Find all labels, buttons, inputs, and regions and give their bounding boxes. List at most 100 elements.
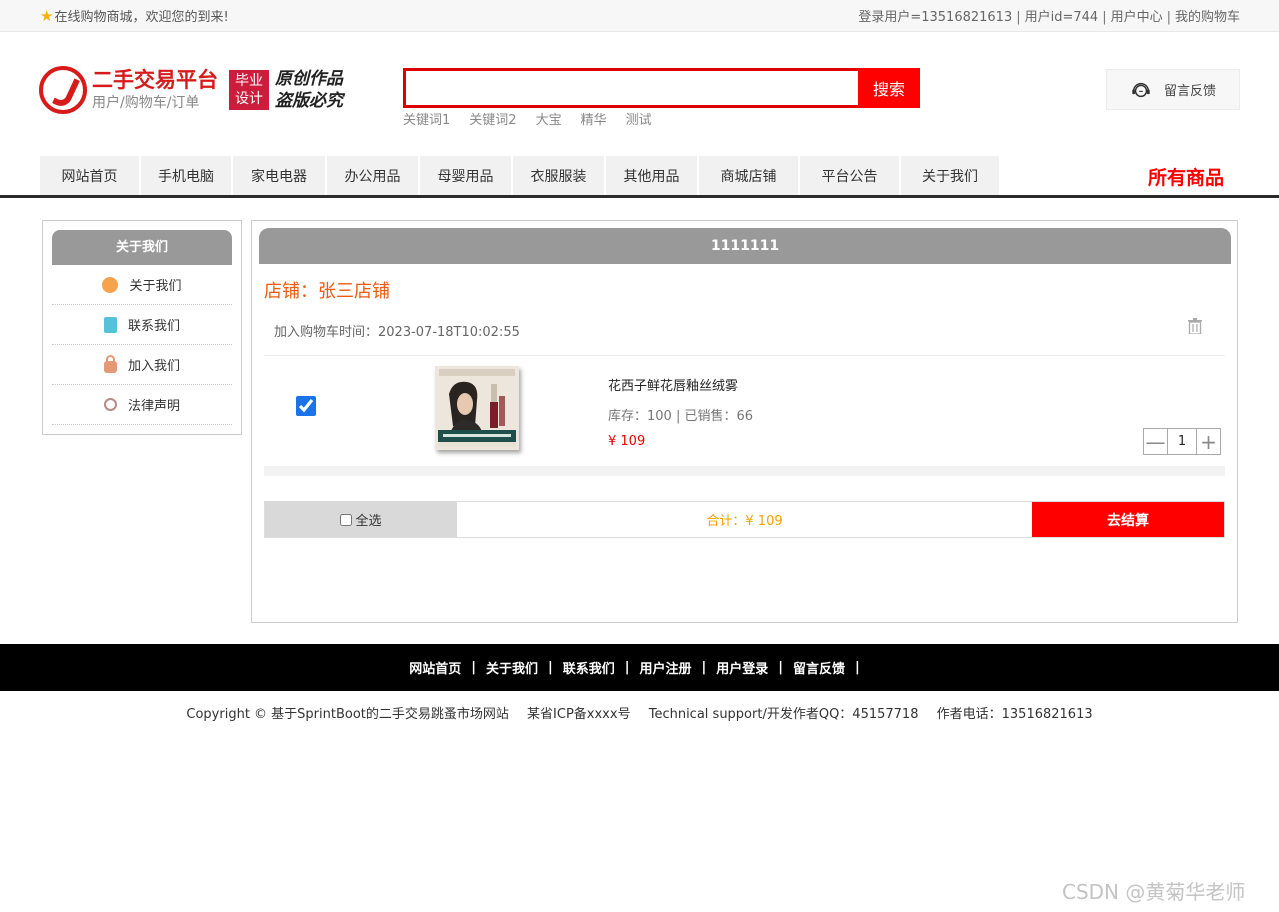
main-nav: 网站首页 手机电脑 家电电器 办公用品 母婴用品 衣服服装 其他用品 商城店铺 … xyxy=(0,155,1279,198)
nav-item-office[interactable]: 办公用品 xyxy=(327,156,420,195)
separator: | xyxy=(547,660,553,675)
watermark: CSDN @黄菊华老师 xyxy=(1062,880,1246,904)
copyright-text: Copyright © 基于SprintBoot的二手交易跳蚤市场网站 xyxy=(186,707,509,722)
divider-bar xyxy=(264,466,1225,476)
sidebar-item-join[interactable]: 加入我们 xyxy=(52,345,232,385)
footer-link-about[interactable]: 关于我们 xyxy=(486,658,538,677)
search-button[interactable]: 搜索 xyxy=(858,68,920,108)
nav-item-about[interactable]: 关于我们 xyxy=(901,156,1001,195)
sidebar-item-label: 法律声明 xyxy=(127,399,180,414)
search-input[interactable] xyxy=(403,68,858,108)
footer-link-feedback[interactable]: 留言反馈 xyxy=(793,658,845,677)
slogan-line-1: 原创作品 xyxy=(275,69,343,89)
sidebar-item-about[interactable]: 关于我们 xyxy=(52,265,232,305)
product-price: ¥ 109 xyxy=(608,434,646,449)
slogan: 原创作品 盗版必究 xyxy=(275,68,343,112)
top-bar: ★ 在线购物商城，欢迎您的到来! 登录用户=13516821613 | 用户id=7… xyxy=(0,0,1279,32)
hot-keyword[interactable]: 测试 xyxy=(626,109,652,128)
sidebar-item-contact[interactable]: 联系我们 xyxy=(52,305,232,345)
cart-summary: 全选 合计：¥ 109 去结算 xyxy=(264,501,1225,538)
quantity-value[interactable]: 1 xyxy=(1167,429,1197,454)
shop-name[interactable]: 店铺：张三店铺 xyxy=(264,277,390,303)
all-goods-link[interactable]: 所有商品 xyxy=(1148,163,1224,190)
select-all-checkbox[interactable] xyxy=(340,513,353,526)
sidebar-item-legal[interactable]: 法律声明 xyxy=(52,385,232,425)
badge-line-2: 设计 xyxy=(235,91,263,107)
sidebar-item-label: 联系我们 xyxy=(127,319,180,334)
power-icon xyxy=(103,398,117,411)
hot-keyword[interactable]: 关键词2 xyxy=(469,109,516,128)
my-cart-link[interactable]: 我的购物车 xyxy=(1175,10,1240,25)
separator: | xyxy=(624,660,630,675)
divider xyxy=(264,355,1225,356)
contact-icon xyxy=(103,316,117,333)
badge-line-1: 毕业 xyxy=(235,73,263,89)
user-links: 登录用户=13516821613 | 用户id=744 | 用户中心 | 我的购物车 xyxy=(858,6,1240,25)
separator: | xyxy=(1166,10,1171,25)
nav-item-baby[interactable]: 母婴用品 xyxy=(420,156,513,195)
user-center-link[interactable]: 用户中心 xyxy=(1111,10,1163,25)
footer-link-home[interactable]: 网站首页 xyxy=(409,658,461,677)
minus-icon[interactable]: — xyxy=(1144,429,1167,454)
logo-title: 二手交易平台 xyxy=(92,68,218,92)
footer-link-contact[interactable]: 联系我们 xyxy=(563,658,615,677)
lock-icon xyxy=(103,354,117,373)
hot-keyword[interactable]: 大宝 xyxy=(536,109,562,128)
select-all[interactable]: 全选 xyxy=(265,502,457,537)
cart-panel: 1111111 店铺：张三店铺 加入购物车时间：2023-07-18T10:02… xyxy=(251,220,1238,623)
logo-icon xyxy=(39,66,87,114)
graduation-badge: 毕业 设计 xyxy=(229,70,269,110)
nav-item-phone-computer[interactable]: 手机电脑 xyxy=(141,156,233,195)
separator: | xyxy=(471,660,476,675)
footer-nav: 网站首页 | 关于我们 | 联系我们 | 用户注册 | 用户登录 | 留言反馈 | xyxy=(0,644,1279,691)
separator: | xyxy=(1102,10,1107,25)
footer-link-register[interactable]: 用户注册 xyxy=(640,658,692,677)
added-time: 加入购物车时间：2023-07-18T10:02:55 xyxy=(274,325,520,340)
product-photo xyxy=(435,366,519,450)
product-image[interactable] xyxy=(435,366,519,450)
nav-item-appliances[interactable]: 家电电器 xyxy=(233,156,327,195)
hot-keyword[interactable]: 精华 xyxy=(581,109,607,128)
nav-item-clothing[interactable]: 衣服服装 xyxy=(513,156,606,195)
trash-icon[interactable] xyxy=(1188,318,1202,334)
checkout-button[interactable]: 去结算 xyxy=(1032,502,1224,537)
feedback-label: 留言反馈 xyxy=(1163,84,1216,99)
separator: | xyxy=(701,660,707,675)
site-header: 二手交易平台 用户/购物车/订单 毕业 设计 原创作品 盗版必究 搜索 关键词1… xyxy=(0,32,1279,155)
welcome-message: ★ 在线购物商城，欢迎您的到来! xyxy=(40,6,229,26)
logo-subtitle: 用户/购物车/订单 xyxy=(92,95,200,111)
slogan-line-2: 盗版必究 xyxy=(275,91,343,111)
item-checkbox[interactable] xyxy=(296,396,316,416)
nav-item-home[interactable]: 网站首页 xyxy=(40,156,141,195)
icp-text: 某省ICP备xxxx号 xyxy=(527,707,631,722)
plus-icon[interactable]: + xyxy=(1197,429,1220,454)
search-bar: 搜索 xyxy=(403,68,920,108)
sidebar: 关于我们 关于我们 联系我们 加入我们 法律声明 xyxy=(42,220,242,435)
feedback-button[interactable]: 留言反馈 xyxy=(1106,69,1240,110)
about-icon xyxy=(102,276,119,293)
headset-icon xyxy=(1132,82,1150,97)
nav-item-other[interactable]: 其他用品 xyxy=(606,156,699,195)
phone-text: 作者电话：13516821613 xyxy=(936,707,1093,722)
quantity-stepper: — 1 + xyxy=(1143,428,1221,455)
product-stock: 库存：100 | 已销售：66 xyxy=(608,409,753,424)
hot-keyword[interactable]: 关键词1 xyxy=(403,109,450,128)
sidebar-item-label: 关于我们 xyxy=(129,279,182,294)
nav-item-announcements[interactable]: 平台公告 xyxy=(800,156,901,195)
star-icon: ★ xyxy=(40,6,54,25)
separator: | xyxy=(1016,10,1021,25)
cart-total: 合计：¥ 109 xyxy=(706,514,783,529)
product-name[interactable]: 花西子鲜花唇釉丝绒雾 xyxy=(608,375,738,394)
site-logo[interactable]: 二手交易平台 用户/购物车/订单 xyxy=(39,66,218,114)
cart-header: 1111111 xyxy=(259,228,1231,264)
separator: | xyxy=(855,660,860,675)
nav-item-stores[interactable]: 商城店铺 xyxy=(699,156,800,195)
footer-link-login[interactable]: 用户登录 xyxy=(716,658,768,677)
copyright: Copyright © 基于SprintBoot的二手交易跳蚤市场网站 某省IC… xyxy=(0,703,1279,722)
login-user-link[interactable]: 登录用户=13516821613 xyxy=(858,10,1012,25)
support-text: Technical support/开发作者QQ：45157718 xyxy=(648,707,919,722)
welcome-text: 在线购物商城，欢迎您的到来! xyxy=(54,10,229,25)
sidebar-title: 关于我们 xyxy=(52,230,232,265)
separator: | xyxy=(778,660,784,675)
user-id-link[interactable]: 用户id=744 xyxy=(1025,10,1099,25)
